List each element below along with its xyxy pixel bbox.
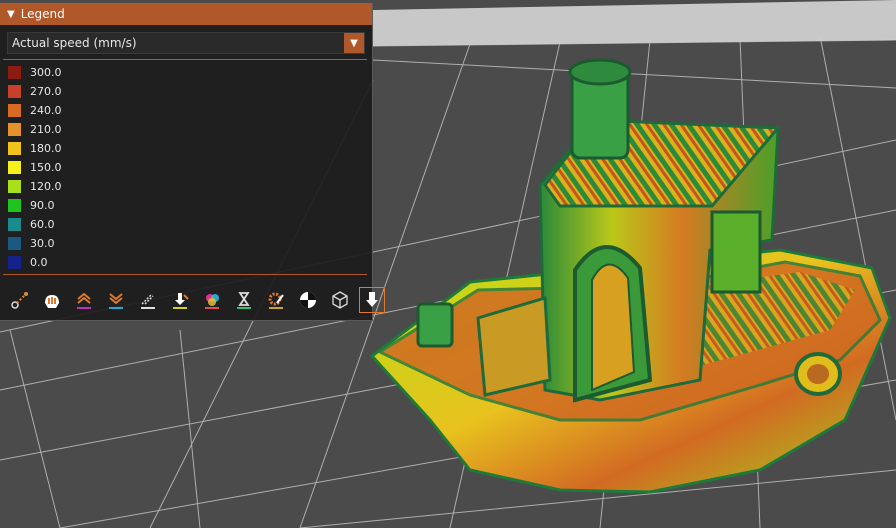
chevron-down-icon[interactable]: ▼: [344, 33, 364, 53]
color-swatch: [8, 104, 21, 117]
shells-icon[interactable]: [327, 287, 353, 313]
center-of-gravity-icon[interactable]: [295, 287, 321, 313]
view-type-value: Actual speed (mm/s): [12, 36, 137, 50]
scale-row: 300.0: [8, 63, 62, 82]
scale-row: 120.0: [8, 177, 62, 196]
color-swatch: [8, 85, 21, 98]
scale-row: 90.0: [8, 196, 62, 215]
wipe-icon[interactable]: [39, 287, 65, 313]
color-swatch: [8, 161, 21, 174]
scale-row: 30.0: [8, 234, 62, 253]
color-swatch: [8, 237, 21, 250]
speed-scale: 300.0 270.0 240.0 210.0 180.0 150.0 120.…: [8, 63, 62, 272]
legend-divider: [3, 59, 367, 60]
retractions-icon[interactable]: [71, 287, 97, 313]
scale-label: 30.0: [30, 237, 55, 250]
color-changes-icon[interactable]: [199, 287, 225, 313]
scale-label: 150.0: [30, 161, 62, 174]
tool-changes-icon[interactable]: [167, 287, 193, 313]
color-swatch: [8, 199, 21, 212]
scale-row: 270.0: [8, 82, 62, 101]
scale-row: 210.0: [8, 120, 62, 139]
tool-marker-icon[interactable]: [359, 287, 385, 313]
collapse-triangle-icon[interactable]: ▼: [7, 9, 15, 20]
legend-options-toolbar: [7, 287, 385, 313]
scale-row: 60.0: [8, 215, 62, 234]
scale-label: 210.0: [30, 123, 62, 136]
scale-row: 240.0: [8, 101, 62, 120]
color-swatch: [8, 142, 21, 155]
seams-icon[interactable]: [135, 287, 161, 313]
scale-label: 0.0: [30, 256, 48, 269]
legend-divider: [3, 274, 367, 275]
color-swatch: [8, 218, 21, 231]
legend-title: Legend: [20, 7, 65, 21]
legend-panel: ▼ Legend Actual speed (mm/s) ▼ 300.0 270…: [0, 3, 385, 321]
custom-gcodes-icon[interactable]: [263, 287, 289, 313]
scale-label: 60.0: [30, 218, 55, 231]
scale-row: 180.0: [8, 139, 62, 158]
pause-prints-icon[interactable]: [231, 287, 257, 313]
view-type-select[interactable]: Actual speed (mm/s) ▼: [7, 32, 365, 54]
scale-row: 150.0: [8, 158, 62, 177]
scale-label: 180.0: [30, 142, 62, 155]
deretractions-icon[interactable]: [103, 287, 129, 313]
scale-label: 300.0: [30, 66, 62, 79]
color-swatch: [8, 180, 21, 193]
scale-label: 240.0: [30, 104, 62, 117]
travel-icon[interactable]: [7, 287, 33, 313]
scale-label: 270.0: [30, 85, 62, 98]
scale-label: 90.0: [30, 199, 55, 212]
scale-row: 0.0: [8, 253, 62, 272]
color-swatch: [8, 256, 21, 269]
color-swatch: [8, 123, 21, 136]
legend-header[interactable]: ▼ Legend: [0, 3, 372, 25]
scale-label: 120.0: [30, 180, 62, 193]
color-swatch: [8, 66, 21, 79]
